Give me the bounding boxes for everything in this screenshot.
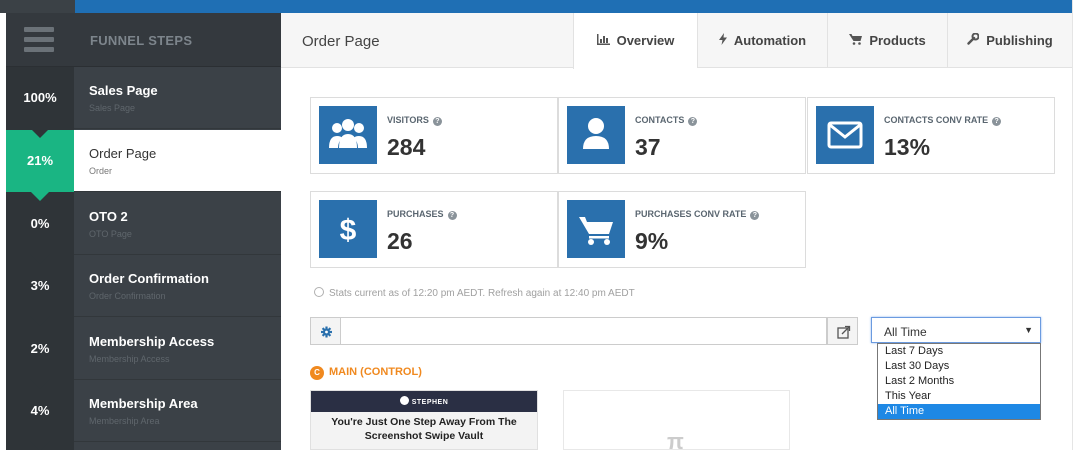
page-thumbnail-secondary[interactable]: π bbox=[563, 390, 790, 450]
stat-card-contacts: CONTACTS? 37 bbox=[558, 97, 806, 174]
tab-label: Publishing bbox=[986, 33, 1053, 48]
step-type: Membership Area bbox=[89, 416, 160, 426]
top-strip bbox=[0, 0, 1091, 13]
cart-icon bbox=[567, 200, 625, 258]
control-badge: C bbox=[310, 366, 324, 380]
step-percent: 100% bbox=[6, 67, 74, 138]
svg-text:$: $ bbox=[340, 214, 357, 247]
step-percent: 0% bbox=[6, 193, 74, 264]
help-icon[interactable]: ? bbox=[750, 211, 760, 220]
stat-value: 26 bbox=[387, 228, 413, 254]
stat-value: 13% bbox=[884, 134, 931, 160]
dollar-icon: $ bbox=[319, 200, 377, 258]
step-type: Membership Access bbox=[89, 354, 170, 364]
step-name: Order Confirmation bbox=[89, 271, 209, 286]
user-icon bbox=[567, 106, 625, 164]
stat-card-visitors: VISITORS? 284 bbox=[310, 97, 558, 174]
tab-overview[interactable]: Overview bbox=[573, 13, 697, 69]
stat-label: PURCHASES? bbox=[387, 209, 457, 220]
dropdown-arrow-icon: ▼ bbox=[1024, 325, 1033, 335]
stat-label: CONTACTS? bbox=[635, 115, 698, 126]
stat-value: 37 bbox=[635, 134, 661, 160]
step-percent: 21% bbox=[6, 130, 74, 201]
hamburger-menu-icon[interactable] bbox=[24, 27, 54, 53]
tab-products[interactable]: Products bbox=[827, 13, 947, 68]
funnel-step-order-page[interactable]: 21% Order Page Order bbox=[6, 130, 281, 201]
step-name: Sales Page bbox=[89, 83, 158, 98]
clock-icon bbox=[314, 287, 324, 297]
sidebar-header: FUNNEL STEPS bbox=[6, 13, 281, 67]
funnel-sidebar: FUNNEL STEPS 100% Sales Page Sales Page … bbox=[6, 13, 281, 450]
step-percent: 2% bbox=[6, 318, 74, 389]
step-percent: 3% bbox=[6, 255, 74, 326]
help-icon[interactable]: ? bbox=[688, 117, 698, 126]
page-thumbnail[interactable]: STEPHEN You're Just One Step Away From T… bbox=[310, 390, 538, 450]
stat-card-contacts-conv-rate: CONTACTS CONV RATE? 13% bbox=[807, 97, 1055, 174]
funnel-step-membership-access[interactable]: 2% Membership Access Membership Access bbox=[6, 318, 281, 389]
tab-label: Automation bbox=[733, 33, 807, 48]
tab-label: Overview bbox=[616, 33, 675, 48]
placeholder-icon: π bbox=[667, 429, 684, 450]
logo-icon bbox=[399, 396, 409, 405]
stat-label: PURCHASES CONV RATE? bbox=[635, 209, 760, 220]
option-this-year[interactable]: This Year bbox=[878, 389, 1040, 404]
sidebar-title: FUNNEL STEPS bbox=[90, 33, 193, 48]
step-name: OTO 2 bbox=[89, 209, 128, 224]
tab-publishing[interactable]: Publishing bbox=[947, 13, 1072, 68]
help-icon[interactable]: ? bbox=[432, 117, 442, 126]
open-external-button[interactable] bbox=[827, 317, 858, 345]
selected-range: All Time bbox=[884, 325, 927, 339]
stat-card-purchases-conv-rate: PURCHASES CONV RATE? 9% bbox=[558, 191, 806, 268]
help-icon[interactable]: ? bbox=[992, 117, 1002, 126]
bolt-icon bbox=[718, 14, 727, 69]
cart-icon bbox=[849, 14, 863, 69]
users-icon bbox=[319, 106, 377, 164]
external-link-icon bbox=[837, 325, 851, 339]
page-url-input[interactable] bbox=[341, 317, 827, 345]
tab-label: Products bbox=[869, 33, 926, 48]
thumbnail-headline: You're Just One Step Away From The Scree… bbox=[331, 416, 517, 442]
help-icon[interactable]: ? bbox=[447, 211, 457, 220]
stat-label: CONTACTS CONV RATE? bbox=[884, 115, 1002, 126]
funnel-step-sales-page[interactable]: 100% Sales Page Sales Page bbox=[6, 67, 281, 138]
stat-label: VISITORS? bbox=[387, 115, 442, 126]
step-name: Order Page bbox=[89, 146, 157, 161]
stats-refresh-note: Stats current as of 12:20 pm AEDT. Refre… bbox=[314, 287, 635, 299]
app-window: FUNNEL STEPS 100% Sales Page Sales Page … bbox=[0, 0, 1091, 450]
page-title: Order Page bbox=[302, 33, 380, 50]
step-type: OTO Page bbox=[89, 229, 132, 239]
option-last-2-months[interactable]: Last 2 Months bbox=[878, 374, 1040, 389]
variation-title: C MAIN (CONTROL) bbox=[310, 366, 422, 380]
envelope-icon bbox=[816, 106, 874, 164]
step-name: Membership Area bbox=[89, 396, 198, 411]
funnel-step-membership-area[interactable]: 4% Membership Area Membership Area bbox=[6, 380, 281, 450]
step-type: Sales Page bbox=[89, 103, 136, 113]
funnel-step-oto-2[interactable]: 0% OTO 2 OTO Page bbox=[6, 193, 281, 264]
stat-value: 9% bbox=[635, 228, 669, 254]
option-last-30-days[interactable]: Last 30 Days bbox=[878, 359, 1040, 374]
step-percent: 4% bbox=[6, 380, 74, 450]
gear-icon bbox=[321, 326, 332, 338]
stat-card-purchases: $ PURCHASES? 26 bbox=[310, 191, 558, 268]
stat-value: 284 bbox=[387, 134, 426, 160]
thumbnail-logo: STEPHEN bbox=[399, 396, 449, 406]
wrench-icon bbox=[967, 14, 980, 69]
option-all-time[interactable]: All Time bbox=[878, 404, 1040, 419]
step-type: Order bbox=[89, 166, 113, 176]
option-last-7-days[interactable]: Last 7 Days bbox=[878, 344, 1040, 359]
top-strip-dark bbox=[0, 0, 75, 13]
step-type: Order Confirmation bbox=[89, 291, 166, 301]
settings-button[interactable] bbox=[310, 317, 341, 345]
bar-chart-icon bbox=[596, 14, 610, 69]
date-range-options: Last 7 Days Last 30 Days Last 2 Months T… bbox=[877, 343, 1041, 420]
tab-automation[interactable]: Automation bbox=[697, 13, 827, 68]
step-name: Membership Access bbox=[89, 334, 215, 349]
thumbnail-header: STEPHEN bbox=[311, 391, 537, 412]
right-edge-panel bbox=[1072, 0, 1091, 450]
date-range-select[interactable]: All Time ▼ bbox=[871, 317, 1041, 343]
page-header: Order Page Overview Automation Products … bbox=[281, 13, 1072, 69]
funnel-step-order-confirmation[interactable]: 3% Order Confirmation Order Confirmation bbox=[6, 255, 281, 326]
top-strip-blue bbox=[75, 0, 1072, 13]
